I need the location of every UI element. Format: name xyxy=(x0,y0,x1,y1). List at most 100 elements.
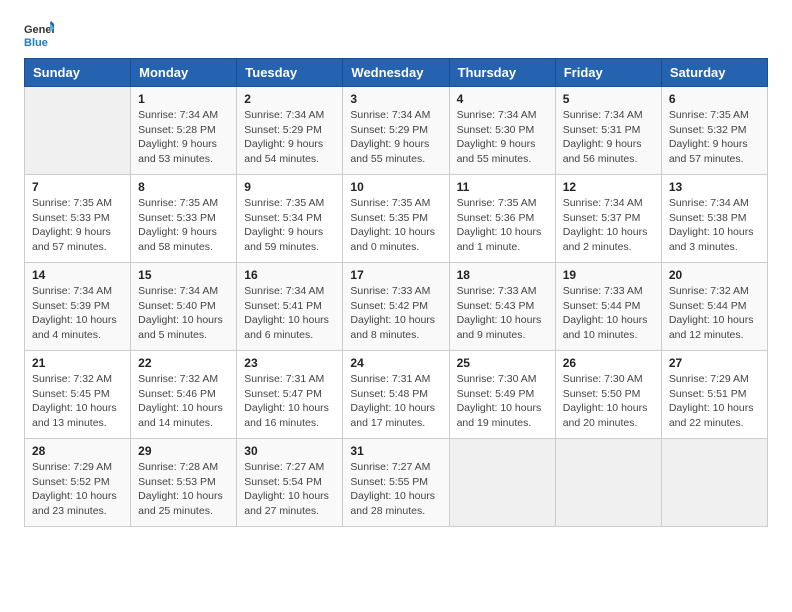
sunrise-label: Sunrise: 7:35 AM xyxy=(669,109,749,121)
day-info: Sunrise: 7:34 AMSunset: 5:38 PMDaylight:… xyxy=(669,196,760,255)
daylight-label: Daylight: 9 hours and 55 minutes. xyxy=(350,138,429,165)
sunset-label: Sunset: 5:39 PM xyxy=(32,300,110,312)
sunrise-label: Sunrise: 7:27 AM xyxy=(350,461,430,473)
calendar-cell: 11 Sunrise: 7:35 AM Sunset: 5:36 PM Dayligh… xyxy=(449,175,555,263)
calendar-cell: 12Sunrise: 7:34 AMSunset: 5:37 PMDayligh… xyxy=(555,175,661,263)
daylight-label: Daylight: 9 hours and 55 minutes. xyxy=(457,138,536,165)
day-number: 19 xyxy=(563,268,654,282)
day-info: Sunrise: 7:27 AMSunset: 5:55 PMDaylight:… xyxy=(350,460,441,519)
weekday-header-tuesday: Tuesday xyxy=(237,59,343,87)
day-info: Sunrise: 7:35 AMSunset: 5:33 PMDaylight:… xyxy=(138,196,229,255)
svg-text:Blue: Blue xyxy=(24,37,48,49)
sunrise-label: Sunrise: 7:34 AM xyxy=(350,109,430,121)
calendar-cell: 1 Sunrise: 7:34 AM Sunset: 5:28 PM Daylight… xyxy=(131,87,237,175)
sunset-label: Sunset: 5:28 PM xyxy=(138,124,216,136)
sunset-label: Sunset: 5:29 PM xyxy=(244,124,322,136)
sunrise-label: Sunrise: 7:27 AM xyxy=(244,461,324,473)
day-info: Sunrise: 7:31 AMSunset: 5:47 PMDaylight:… xyxy=(244,372,335,431)
day-info: Sunrise: 7:34 AMSunset: 5:30 PMDaylight:… xyxy=(457,108,548,167)
sunset-label: Sunset: 5:40 PM xyxy=(138,300,216,312)
day-number: 11 xyxy=(457,180,548,194)
daylight-label: Daylight: 10 hours and 25 minutes. xyxy=(138,490,223,517)
daylight-label: Daylight: 10 hours and 13 minutes. xyxy=(32,402,117,429)
day-number: 22 xyxy=(138,356,229,370)
weekday-header-saturday: Saturday xyxy=(661,59,767,87)
calendar-cell: 6Sunrise: 7:35 AMSunset: 5:32 PMDaylight… xyxy=(661,87,767,175)
day-info: Sunrise: 7:35 AMSunset: 5:35 PMDaylight:… xyxy=(350,196,441,255)
sunset-label: Sunset: 5:48 PM xyxy=(350,388,428,400)
sunrise-label: Sunrise: 7:33 AM xyxy=(457,285,537,297)
sunset-label: Sunset: 5:36 PM xyxy=(457,212,535,224)
day-info: Sunrise: 7:34 AMSunset: 5:41 PMDaylight:… xyxy=(244,284,335,343)
sunrise-label: Sunrise: 7:31 AM xyxy=(244,373,324,385)
day-number: 6 xyxy=(669,92,760,106)
day-number: 14 xyxy=(32,268,123,282)
logo-container: General Blue xyxy=(24,20,54,50)
sunset-label: Sunset: 5:53 PM xyxy=(138,476,216,488)
day-info: Sunrise: 7:27 AM Sunset: 5:54 PM Daylight:… xyxy=(244,460,335,519)
sunrise-label: Sunrise: 7:34 AM xyxy=(138,109,218,121)
day-info: Sunrise: 7:33 AMSunset: 5:42 PMDaylight:… xyxy=(350,284,441,343)
daylight-label: Daylight: 10 hours and 10 minutes. xyxy=(563,314,648,341)
day-info: Sunrise: 7:32 AMSunset: 5:45 PMDaylight:… xyxy=(32,372,123,431)
weekday-header-row: SundayMondayTuesdayWednesdayThursdayFrid… xyxy=(25,59,768,87)
day-info: Sunrise: 7:30 AMSunset: 5:49 PMDaylight:… xyxy=(457,372,548,431)
sunset-label: Sunset: 5:38 PM xyxy=(669,212,747,224)
day-number: 23 xyxy=(244,356,335,370)
calendar-cell: 18Sunrise: 7:33 AMSunset: 5:43 PMDayligh… xyxy=(449,263,555,351)
daylight-label: Daylight: 10 hours and 16 minutes. xyxy=(244,402,329,429)
calendar-cell: 20Sunrise: 7:32 AMSunset: 5:44 PMDayligh… xyxy=(661,263,767,351)
calendar-cell xyxy=(449,439,555,527)
calendar-cell: 19 Sunrise: 7:33 AMSunset: 5:44 PMDayligh… xyxy=(555,263,661,351)
day-number: 25 xyxy=(457,356,548,370)
daylight-label: Daylight: 9 hours and 53 minutes. xyxy=(138,138,217,165)
sunset-label: Sunset: 5:54 PM xyxy=(244,476,322,488)
sunset-label: Sunset: 5:29 PM xyxy=(350,124,428,136)
day-number: 5 xyxy=(563,92,654,106)
calendar-table: SundayMondayTuesdayWednesdayThursdayFrid… xyxy=(24,58,768,527)
day-number: 17 xyxy=(350,268,441,282)
daylight-label: Daylight: 10 hours and 1 minute. xyxy=(457,226,542,253)
calendar-cell xyxy=(25,87,131,175)
sunrise-label: Sunrise: 7:34 AM xyxy=(32,285,112,297)
sunset-label: Sunset: 5:33 PM xyxy=(32,212,110,224)
day-info: Sunrise: 7:35 AMSunset: 5:34 PMDaylight:… xyxy=(244,196,335,255)
sunset-label: Sunset: 5:31 PM xyxy=(563,124,641,136)
calendar-cell: 14Sunrise: 7:34 AMSunset: 5:39 PMDayligh… xyxy=(25,263,131,351)
calendar-cell: 22 Sunrise: 7:32 AMSunset: 5:46 PMDayligh… xyxy=(131,351,237,439)
sunrise-label: Sunrise: 7:30 AM xyxy=(457,373,537,385)
calendar-week-row: 21Sunrise: 7:32 AMSunset: 5:45 PMDayligh… xyxy=(25,351,768,439)
logo-svg: General Blue xyxy=(24,20,54,50)
calendar-cell: 5 Sunrise: 7:34 AMSunset: 5:31 PMDaylight… xyxy=(555,87,661,175)
calendar-cell: 28Sunrise: 7:29 AMSunset: 5:52 PMDayligh… xyxy=(25,439,131,527)
sunrise-label: Sunrise: 7:29 AM xyxy=(32,461,112,473)
sunset-label: Sunset: 5:44 PM xyxy=(669,300,747,312)
sunset-label: Sunset: 5:37 PM xyxy=(563,212,641,224)
daylight-label: Daylight: 10 hours and 27 minutes. xyxy=(244,490,329,517)
calendar-cell xyxy=(661,439,767,527)
sunrise-label: Sunrise: 7:34 AM xyxy=(669,197,749,209)
day-info: Sunrise: 7:34 AMSunset: 5:31 PMDaylight:… xyxy=(563,108,654,167)
daylight-label: Daylight: 9 hours and 57 minutes. xyxy=(32,226,111,253)
sunrise-label: Sunrise: 7:28 AM xyxy=(138,461,218,473)
day-info: Sunrise: 7:29 AMSunset: 5:51 PMDaylight:… xyxy=(669,372,760,431)
calendar-cell: 25 Sunrise: 7:30 AMSunset: 5:49 PMDayligh… xyxy=(449,351,555,439)
sunset-label: Sunset: 5:55 PM xyxy=(350,476,428,488)
day-number: 1 xyxy=(138,92,229,106)
svg-text:General: General xyxy=(24,24,54,36)
sunrise-label: Sunrise: 7:33 AM xyxy=(350,285,430,297)
day-info: Sunrise: 7:35 AM Sunset: 5:36 PM Daylight:… xyxy=(457,196,548,255)
day-number: 8 xyxy=(138,180,229,194)
day-info: Sunrise: 7:31 AMSunset: 5:48 PMDaylight:… xyxy=(350,372,441,431)
calendar-week-row: 14 Sunrise: 7:34 AM Sunset: 5:39 PM Dayligh… xyxy=(25,263,768,351)
day-info: Sunrise: 7:33 AMSunset: 5:44 PMDaylight:… xyxy=(563,284,654,343)
sunrise-label: Sunrise: 7:33 AM xyxy=(563,285,643,297)
day-number: 9 xyxy=(244,180,335,194)
calendar-cell: 23 Sunrise: 7:31 AMSunset: 5:47 PMDayligh… xyxy=(237,351,343,439)
calendar-cell: 21Sunrise: 7:32 AMSunset: 5:45 PMDayligh… xyxy=(25,351,131,439)
day-info: Sunrise: 7:32 AMSunset: 5:46 PMDaylight:… xyxy=(138,372,229,431)
day-info: Sunrise: 7:35 AMSunset: 5:33 PMDaylight:… xyxy=(32,196,123,255)
calendar-cell: 26Sunrise: 7:30 AMSunset: 5:50 PMDayligh… xyxy=(555,351,661,439)
day-info: Sunrise: 7:30 AMSunset: 5:50 PMDaylight:… xyxy=(563,372,654,431)
sunrise-label: Sunrise: 7:35 AM xyxy=(457,197,537,209)
